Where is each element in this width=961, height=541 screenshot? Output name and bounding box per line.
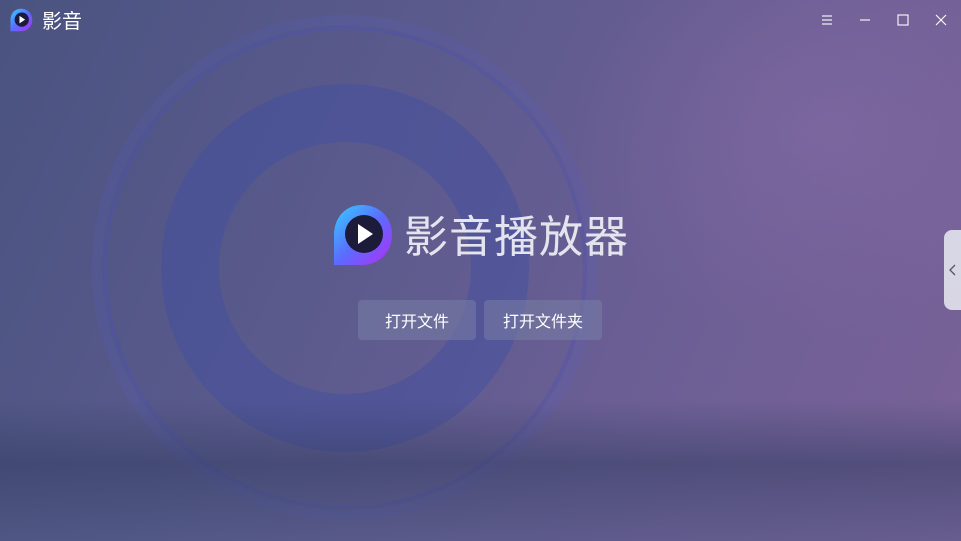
maximize-icon	[897, 14, 909, 26]
open-folder-button[interactable]: 打开文件夹	[484, 300, 602, 340]
hamburger-menu-icon	[822, 15, 832, 25]
background-glow	[561, 0, 961, 340]
close-icon	[935, 14, 947, 26]
player-logo-icon	[330, 203, 394, 267]
player-window: 影音 影音播放器 打开文件 打开文件夹	[0, 0, 961, 541]
app-name-heading: 影音播放器	[404, 212, 629, 263]
maximize-button[interactable]	[891, 8, 915, 32]
app-logo-icon	[9, 8, 33, 32]
background-ring-decoration	[92, 15, 598, 521]
title-bar: 影音	[0, 0, 961, 40]
close-button[interactable]	[929, 8, 953, 32]
open-file-button[interactable]: 打开文件	[358, 300, 476, 340]
minimize-icon	[860, 19, 870, 21]
window-title: 影音	[42, 9, 82, 33]
playlist-drawer-toggle[interactable]	[944, 230, 961, 310]
background-shade	[0, 400, 961, 541]
minimize-button[interactable]	[853, 8, 877, 32]
chevron-left-icon	[948, 264, 955, 276]
menu-button[interactable]	[815, 8, 839, 32]
